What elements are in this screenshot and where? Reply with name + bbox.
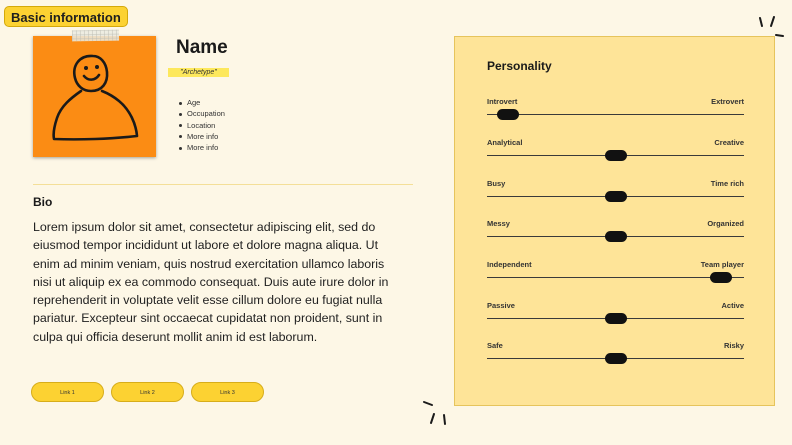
trait-right-label: Team player: [700, 260, 744, 269]
trait-left-label: Messy: [487, 219, 510, 228]
trait-slider: Messy Organized: [487, 219, 744, 243]
trait-right-label: Time rich: [710, 179, 744, 188]
bio-heading: Bio: [33, 195, 53, 209]
trait-left-label: Introvert: [487, 97, 518, 106]
detail-location: Location: [176, 120, 225, 131]
profile-photo: [33, 36, 156, 157]
slider-track[interactable]: [487, 114, 744, 115]
section-divider: [33, 184, 413, 185]
slider-track[interactable]: [487, 277, 744, 278]
slider-knob[interactable]: [604, 353, 627, 364]
trait-slider: Passive Active: [487, 301, 744, 325]
trait-slider: Independent Team player: [487, 260, 744, 284]
slider-knob[interactable]: [709, 272, 732, 283]
trait-slider: Busy Time rich: [487, 179, 744, 203]
bio-text: Lorem ipsum dolor sit amet, consectetur …: [33, 220, 389, 344]
personality-panel: Personality Introvert Extrovert Analytical…: [454, 36, 775, 406]
photo-tape: [71, 29, 120, 42]
detail-age: Age: [176, 97, 225, 108]
trait-left-label: Busy: [487, 179, 506, 188]
archetype-label: "Archetype": [168, 68, 229, 77]
trait-right-label: Creative: [714, 138, 744, 147]
trait-right-label: Active: [721, 301, 744, 310]
trait-slider: Introvert Extrovert: [487, 97, 744, 121]
trait-slider: Safe Risky: [487, 341, 744, 365]
slider-knob[interactable]: [604, 231, 627, 242]
person-illustration-icon: [52, 54, 139, 141]
sparkle-strokes-icon: [759, 16, 784, 37]
trait-left-label: Independent: [487, 260, 532, 269]
detail-more-info: More info: [176, 142, 225, 153]
trait-right-label: Extrovert: [711, 97, 744, 106]
persona-name: Name: [176, 37, 228, 58]
trait-right-label: Organized: [707, 219, 744, 228]
slider-knob[interactable]: [604, 313, 627, 324]
link-3-button[interactable]: Link 3: [191, 382, 264, 402]
sparkle-strokes-icon: [423, 401, 446, 425]
link-1-button[interactable]: Link 1: [31, 382, 104, 402]
detail-occupation: Occupation: [176, 108, 225, 119]
trait-left-label: Safe: [487, 341, 503, 350]
trait-left-label: Passive: [487, 301, 515, 310]
trait-right-label: Risky: [723, 341, 744, 350]
personality-heading: Personality: [487, 59, 552, 73]
section-tag: Basic information: [4, 6, 128, 27]
slider-knob[interactable]: [604, 191, 627, 202]
link-2-button[interactable]: Link 2: [111, 382, 184, 402]
trait-left-label: Analytical: [487, 138, 523, 147]
profile-details-list: Age Occupation Location More info More i…: [176, 97, 225, 153]
slider-knob[interactable]: [604, 150, 627, 161]
slider-knob[interactable]: [496, 109, 519, 120]
detail-more-info: More info: [176, 131, 225, 142]
trait-slider: Analytical Creative: [487, 138, 744, 162]
